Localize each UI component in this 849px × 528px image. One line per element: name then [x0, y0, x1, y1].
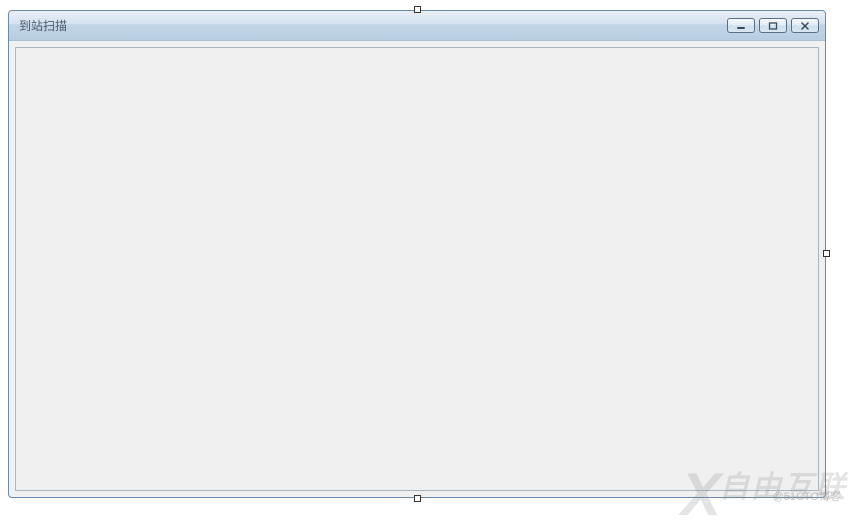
minimize-button[interactable] [727, 18, 755, 33]
maximize-button[interactable] [759, 18, 787, 33]
window-frame: 到站扫描 [8, 10, 826, 498]
close-button[interactable] [791, 18, 819, 33]
window-controls [727, 18, 819, 33]
titlebar[interactable]: 到站扫描 [9, 11, 825, 41]
client-area [15, 47, 819, 491]
minimize-icon [736, 22, 746, 30]
close-icon [800, 22, 810, 30]
resize-handle-top[interactable] [414, 6, 421, 13]
window-title: 到站扫描 [19, 17, 67, 34]
resize-handle-right[interactable] [823, 250, 830, 257]
maximize-icon [768, 22, 778, 30]
resize-handle-bottom[interactable] [414, 495, 421, 502]
